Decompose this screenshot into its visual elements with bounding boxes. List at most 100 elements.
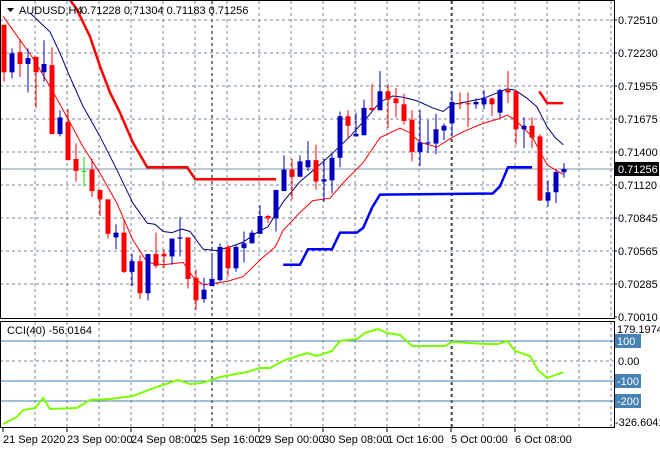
candle-body xyxy=(449,101,455,124)
candle-body xyxy=(297,161,303,177)
candle xyxy=(457,92,463,110)
candle xyxy=(329,153,335,194)
candle-body xyxy=(473,101,479,105)
time-axis-label: 6 Oct 08:00 xyxy=(515,434,572,446)
candle xyxy=(129,254,135,287)
candle-body xyxy=(97,189,103,200)
candle-body xyxy=(105,199,111,234)
candle-body xyxy=(521,125,527,130)
candle-body xyxy=(545,192,551,201)
candle-body xyxy=(489,98,495,105)
candle-body xyxy=(161,254,167,257)
cci-level-label: -200 xyxy=(617,396,639,408)
candle-body xyxy=(529,125,535,138)
candle-body xyxy=(65,122,71,161)
candle-body xyxy=(41,63,47,73)
candle xyxy=(497,88,503,118)
candle-body xyxy=(433,129,439,144)
candle xyxy=(241,231,247,263)
candle xyxy=(65,109,71,161)
candle xyxy=(465,92,471,127)
chart-header[interactable]: AUDUSD,H4 0.71228 0.71304 0.71183 0.7125… xyxy=(7,5,248,17)
candle-body xyxy=(537,136,543,201)
candle xyxy=(73,143,79,182)
candle xyxy=(249,230,255,244)
candle-body xyxy=(153,254,159,266)
candle-body xyxy=(89,169,95,192)
candle-body xyxy=(425,142,431,144)
symbol-label: AUDUSD,H4 xyxy=(19,5,83,17)
candle xyxy=(385,84,391,129)
dropdown-triangle-icon[interactable] xyxy=(7,8,14,12)
time-axis-label: 1 Oct 16:00 xyxy=(387,434,444,446)
candle xyxy=(529,117,535,149)
candle xyxy=(369,84,375,111)
price-axis-label: 0.70010 xyxy=(618,312,658,324)
candle xyxy=(489,97,495,117)
current-price-label: 0.71256 xyxy=(618,164,658,176)
candle-body xyxy=(121,232,127,272)
candle-body xyxy=(145,254,151,294)
candle-body xyxy=(265,216,271,219)
candle xyxy=(97,189,103,217)
candle-body xyxy=(25,58,31,64)
candle xyxy=(481,90,487,110)
candle-body xyxy=(249,232,255,244)
time-axis-label: 30 Sep 08:00 xyxy=(323,434,388,446)
grid xyxy=(0,1,614,427)
candle-body xyxy=(553,172,559,193)
candle-body xyxy=(1,24,7,73)
candle-body xyxy=(465,103,471,105)
price-axis-label: 0.71400 xyxy=(618,147,658,159)
candle-body xyxy=(361,107,367,136)
price-axis-label: 0.71675 xyxy=(618,114,658,126)
candle-body xyxy=(57,117,63,135)
candle-body xyxy=(329,157,335,181)
cci-min-label: -326.6041 xyxy=(615,417,660,429)
candle-body xyxy=(81,170,87,172)
candle-body xyxy=(201,289,207,300)
candle-body xyxy=(457,103,463,105)
cci-line xyxy=(2,327,564,425)
step-upper-line xyxy=(538,90,564,105)
candle xyxy=(521,117,527,149)
trading-chart[interactable]: 0.72510 0.72230 0.71955 0.71675 0.71400 0.711… xyxy=(0,0,660,450)
candle-body xyxy=(369,107,375,111)
price-axis-label: 0.70285 xyxy=(618,279,658,291)
candle xyxy=(145,254,151,301)
candle-body xyxy=(113,232,119,238)
candle-body xyxy=(513,91,519,130)
candle-body xyxy=(281,169,287,192)
candle xyxy=(281,155,287,192)
time-axis-label: 23 Sep 00:00 xyxy=(67,434,132,446)
price-axis-label: 0.72230 xyxy=(618,48,658,60)
candle-body xyxy=(49,65,55,135)
time-axis-label: 21 Sep 2020 xyxy=(3,434,65,446)
candle xyxy=(1,24,7,82)
cci-level-label: -100 xyxy=(617,376,639,388)
candle xyxy=(161,249,167,269)
candle-body xyxy=(177,237,183,239)
candles xyxy=(1,24,567,310)
candle-body xyxy=(217,246,223,281)
cci-panel xyxy=(0,327,614,425)
candle-body xyxy=(441,125,447,131)
candle xyxy=(137,255,143,300)
candle xyxy=(17,39,23,78)
candle-body xyxy=(353,134,359,137)
candle xyxy=(433,113,439,155)
step-upper-line xyxy=(68,0,276,181)
candle-body xyxy=(33,56,39,73)
candle-body xyxy=(393,98,399,104)
price-axis-label: 0.70845 xyxy=(618,213,658,225)
candle xyxy=(49,47,55,135)
price-axis-label: 0.70565 xyxy=(618,246,658,258)
indicator-overlays xyxy=(2,0,564,286)
candle-body xyxy=(17,52,23,64)
candle xyxy=(257,205,263,234)
step-lower-line xyxy=(283,166,532,266)
candle xyxy=(377,71,383,111)
candle-body xyxy=(9,53,15,73)
candle-body xyxy=(401,104,407,121)
candle-body xyxy=(185,237,191,279)
